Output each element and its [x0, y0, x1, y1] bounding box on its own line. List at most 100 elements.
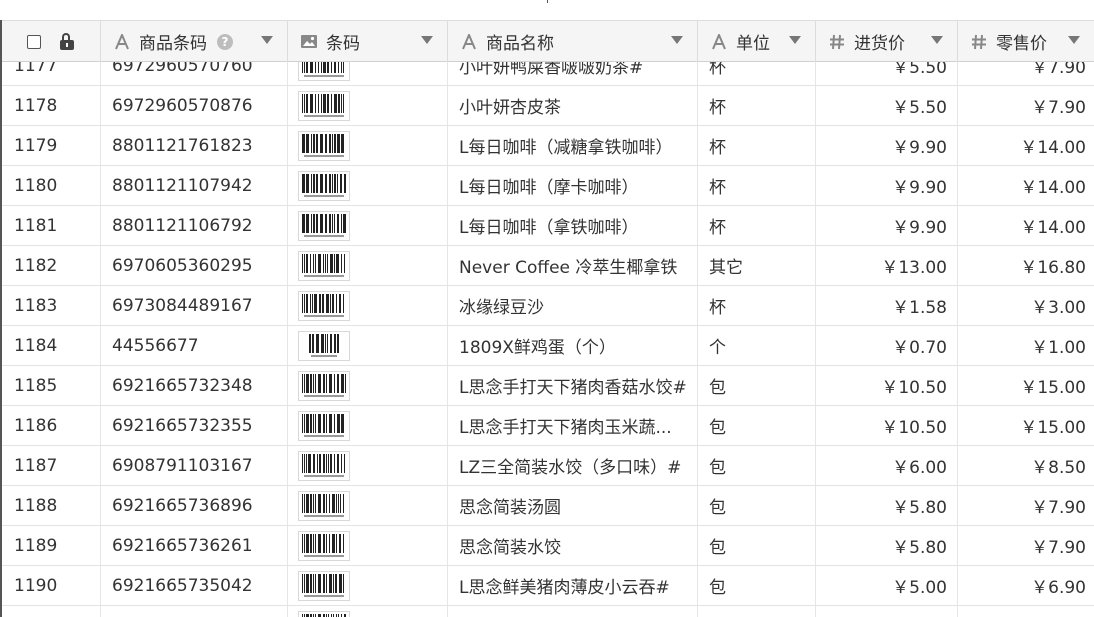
table-row[interactable]: 1188 6921665736896 思念简装汤圆 包 ￥5.80 ￥7.90 [2, 486, 1094, 526]
table-row[interactable] [2, 606, 1094, 617]
chevron-down-icon[interactable] [421, 36, 433, 44]
cost-price-cell[interactable]: ￥9.90 [816, 166, 958, 205]
cost-price-cell[interactable]: ￥10.50 [816, 366, 958, 405]
retail-price-cell[interactable]: ￥7.90 [958, 486, 1094, 525]
retail-price-cell[interactable]: ￥14.00 [958, 206, 1094, 245]
barcode-image-cell[interactable] [288, 62, 448, 85]
table-row[interactable]: 1180 8801121107942 L每日咖啡（摩卡咖啡） 杯 ￥9.90 ￥14.00 [2, 166, 1094, 206]
chevron-down-icon[interactable] [261, 36, 273, 44]
unit-cell[interactable]: 杯 [698, 62, 816, 85]
barcode-thumbnail[interactable] [298, 490, 350, 521]
barcode-image-cell[interactable] [288, 86, 448, 125]
product-code-cell[interactable]: 6973084489167 [101, 286, 288, 325]
barcode-image-cell[interactable] [288, 126, 448, 165]
unit-cell[interactable]: 杯 [698, 126, 816, 165]
barcode-image-cell[interactable] [288, 526, 448, 565]
unit-cell[interactable]: 包 [698, 366, 816, 405]
table-row[interactable]: 1177 6972960570760 小叶妍鸭屎香啵啵奶茶# 杯 ￥5.50 ￥7.90 [2, 62, 1094, 86]
product-name-cell[interactable]: 思念简装汤圆 [448, 486, 698, 525]
retail-price-cell[interactable]: ￥15.00 [958, 366, 1094, 405]
unit-cell[interactable]: 包 [698, 406, 816, 445]
cost-price-cell[interactable]: ￥5.00 [816, 566, 958, 605]
cost-price-cell[interactable]: ￥13.00 [816, 246, 958, 285]
retail-price-cell[interactable]: ￥15.00 [958, 406, 1094, 445]
table-body[interactable]: 1177 6972960570760 小叶妍鸭屎香啵啵奶茶# 杯 ￥5.50 ￥7.90 1… [2, 62, 1094, 617]
unit-cell[interactable]: 个 [698, 326, 816, 365]
product-code-cell[interactable]: 6972960570876 [101, 86, 288, 125]
cost-price-cell[interactable]: ￥5.80 [816, 486, 958, 525]
product-name-cell[interactable]: L每日咖啡（减糖拿铁咖啡） [448, 126, 698, 165]
retail-price-cell[interactable]: ￥3.00 [958, 286, 1094, 325]
chevron-down-icon[interactable] [931, 36, 943, 44]
barcode-image-cell[interactable] [288, 166, 448, 205]
barcode-image-cell[interactable] [288, 366, 448, 405]
barcode-image-cell[interactable] [288, 446, 448, 485]
unit-cell[interactable]: 杯 [698, 86, 816, 125]
help-icon[interactable]: ? [217, 33, 233, 50]
table-row[interactable]: 1179 8801121761823 L每日咖啡（减糖拿铁咖啡） 杯 ￥9.90 ￥14.… [2, 126, 1094, 166]
header-name[interactable]: 商品名称 [448, 21, 698, 62]
retail-price-cell[interactable]: ￥7.90 [958, 86, 1094, 125]
chevron-down-icon[interactable] [789, 36, 801, 44]
lock-icon[interactable] [59, 32, 75, 51]
barcode-image-cell[interactable] [288, 566, 448, 605]
barcode-thumbnail[interactable] [298, 90, 350, 121]
barcode-thumbnail[interactable] [298, 330, 350, 361]
unit-cell[interactable]: 杯 [698, 286, 816, 325]
unit-cell[interactable]: 包 [698, 486, 816, 525]
product-name-cell[interactable]: 冰缘绿豆沙 [448, 286, 698, 325]
product-code-cell[interactable]: 44556677 [101, 326, 288, 365]
product-name-cell[interactable]: L思念手打天下猪肉香菇水饺# [448, 366, 698, 405]
retail-price-cell[interactable]: ￥16.80 [958, 246, 1094, 285]
product-code-cell[interactable]: 6908791103167 [101, 446, 288, 485]
chevron-down-icon[interactable] [671, 36, 683, 44]
barcode-image-cell[interactable] [288, 206, 448, 245]
table-row[interactable]: 1189 6921665736261 思念简装水饺 包 ￥5.80 ￥7.90 [2, 526, 1094, 566]
barcode-thumbnail[interactable] [298, 250, 350, 281]
product-name-cell[interactable]: L每日咖啡（摩卡咖啡） [448, 166, 698, 205]
retail-price-cell[interactable]: ￥7.90 [958, 62, 1094, 85]
product-code-cell[interactable]: 8801121761823 [101, 126, 288, 165]
retail-price-cell[interactable]: ￥14.00 [958, 126, 1094, 165]
cost-price-cell[interactable]: ￥9.90 [816, 206, 958, 245]
product-name-cell[interactable]: 小叶妍鸭屎香啵啵奶茶# [448, 62, 698, 85]
barcode-image-cell[interactable] [288, 286, 448, 325]
barcode-image-cell[interactable] [288, 406, 448, 445]
barcode-thumbnail[interactable] [298, 290, 350, 321]
header-unit[interactable]: 单位 [698, 21, 816, 62]
barcode-thumbnail[interactable] [298, 570, 350, 601]
unit-cell[interactable]: 杯 [698, 206, 816, 245]
cost-price-cell[interactable]: ￥5.50 [816, 62, 958, 85]
product-code-cell[interactable]: 6921665736261 [101, 526, 288, 565]
unit-cell[interactable]: 其它 [698, 246, 816, 285]
unit-cell[interactable]: 包 [698, 566, 816, 605]
barcode-thumbnail[interactable] [298, 130, 350, 161]
product-name-cell[interactable]: 1809X鲜鸡蛋（个） [448, 326, 698, 365]
barcode-thumbnail[interactable] [298, 62, 350, 81]
product-name-cell[interactable]: Never Coffee 冷萃生椰拿铁 [448, 246, 698, 285]
barcode-thumbnail[interactable] [298, 450, 350, 481]
retail-price-cell[interactable]: ￥6.90 [958, 566, 1094, 605]
table-row[interactable]: 1184 44556677 1809X鲜鸡蛋（个） 个 ￥0.70 ￥1.00 [2, 326, 1094, 366]
cost-price-cell[interactable]: ￥0.70 [816, 326, 958, 365]
retail-price-cell[interactable]: ￥1.00 [958, 326, 1094, 365]
barcode-thumbnail[interactable] [298, 410, 350, 441]
unit-cell[interactable] [698, 606, 816, 617]
product-name-cell[interactable]: L每日咖啡（拿铁咖啡） [448, 206, 698, 245]
barcode-image-cell[interactable] [288, 486, 448, 525]
retail-price-cell[interactable]: ￥7.90 [958, 526, 1094, 565]
cost-price-cell[interactable]: ￥9.90 [816, 126, 958, 165]
cost-price-cell[interactable]: ￥10.50 [816, 406, 958, 445]
table-row[interactable]: 1178 6972960570876 小叶妍杏皮茶 杯 ￥5.50 ￥7.90 [2, 86, 1094, 126]
table-row[interactable]: 1183 6973084489167 冰缘绿豆沙 杯 ￥1.58 ￥3.00 [2, 286, 1094, 326]
product-name-cell[interactable]: 小叶妍杏皮茶 [448, 86, 698, 125]
product-code-cell[interactable]: 6972960570760 [101, 62, 288, 85]
unit-cell[interactable]: 杯 [698, 166, 816, 205]
cost-price-cell[interactable]: ￥1.58 [816, 286, 958, 325]
barcode-image-cell[interactable] [288, 606, 448, 617]
product-code-cell[interactable]: 6921665732348 [101, 366, 288, 405]
retail-price-cell[interactable] [958, 606, 1094, 617]
product-name-cell[interactable]: 思念简装水饺 [448, 526, 698, 565]
barcode-image-cell[interactable] [288, 326, 448, 365]
table-row[interactable]: 1186 6921665732355 L思念手打天下猪肉玉米蔬... 包 ￥10.50 ￥… [2, 406, 1094, 446]
